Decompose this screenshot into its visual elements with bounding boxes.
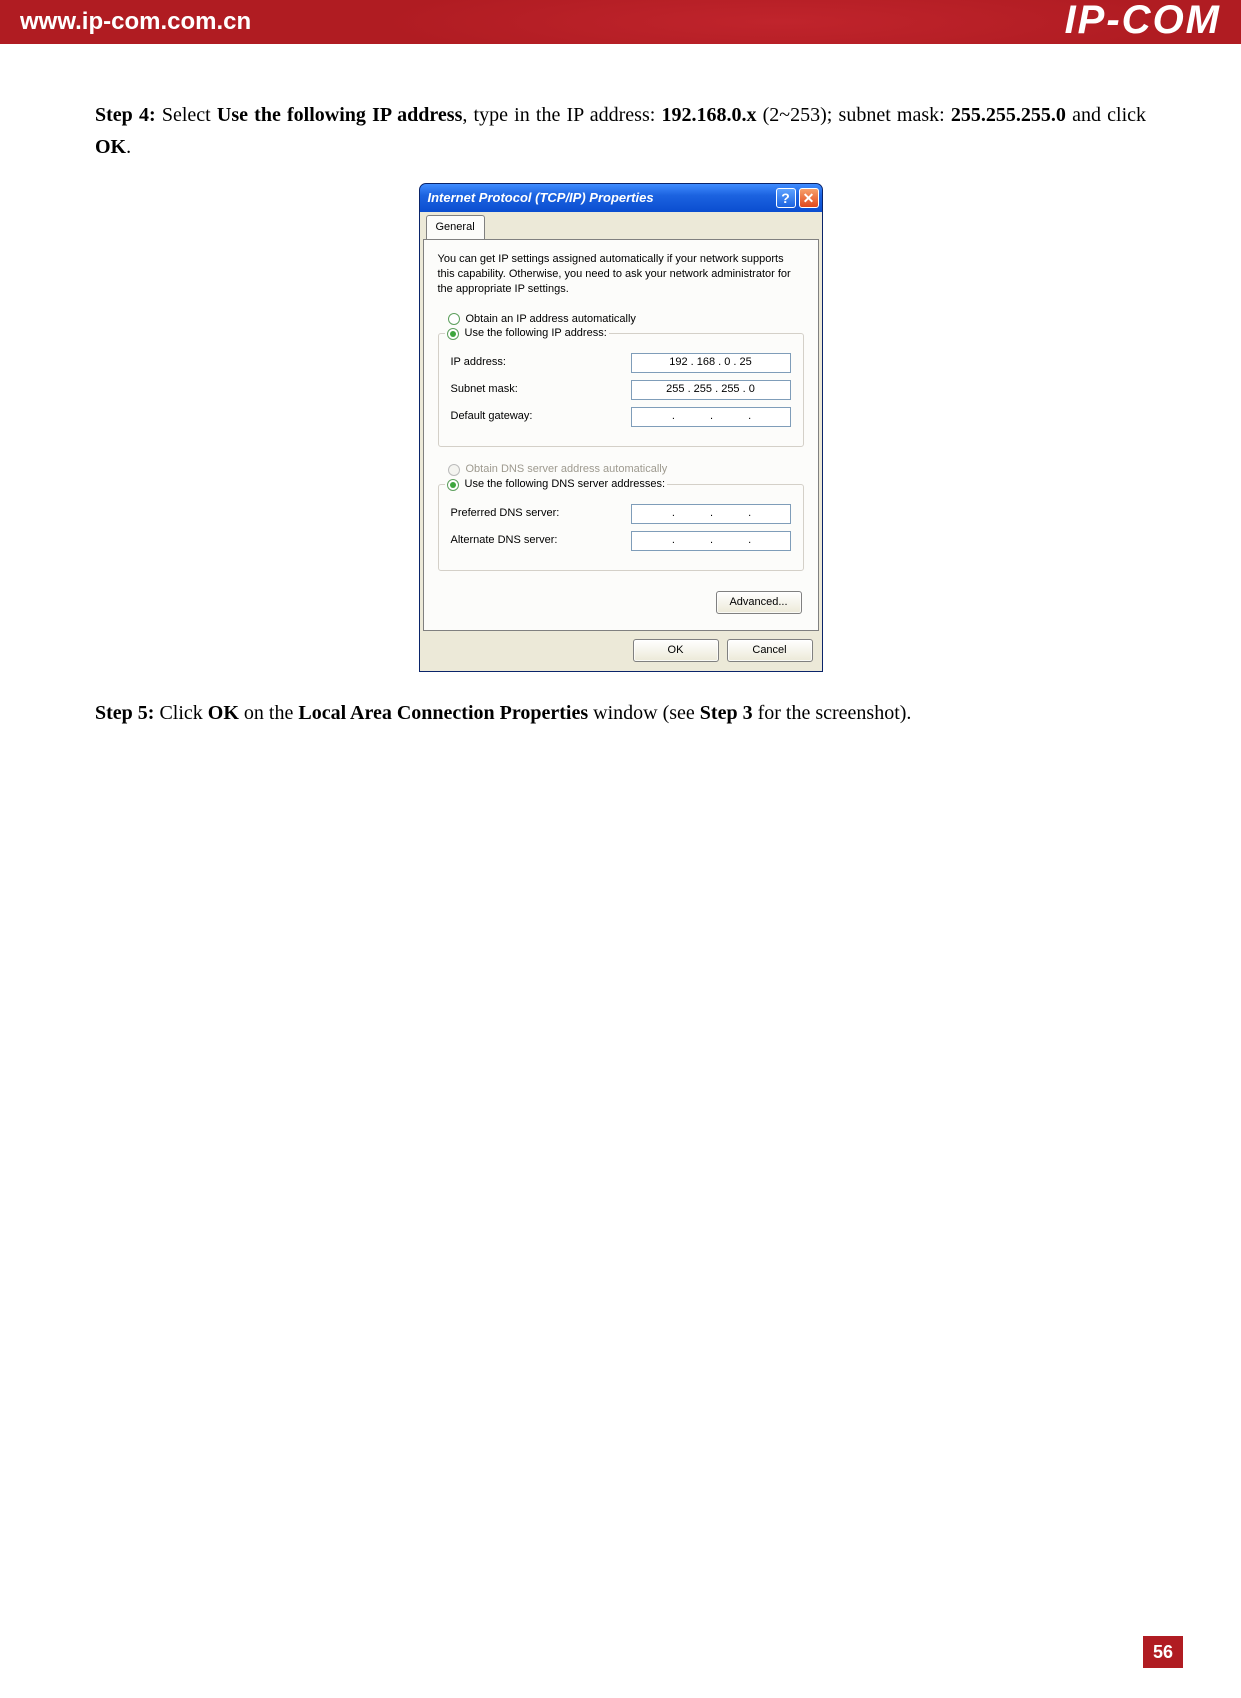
advanced-button[interactable]: Advanced... (716, 591, 802, 614)
ok-button[interactable]: OK (633, 639, 719, 662)
label-subnet-mask: Subnet mask: (451, 381, 631, 399)
brand-logo: IP-COM (1065, 0, 1221, 43)
label-preferred-dns: Preferred DNS server: (451, 505, 631, 523)
step4-text: Step 4: Select Use the following IP addr… (95, 99, 1146, 163)
page-number: 56 (1143, 1636, 1183, 1668)
page-header: www.ip-com.com.cn IP-COM (0, 0, 1241, 44)
close-button[interactable]: ✕ (799, 188, 819, 208)
tab-general[interactable]: General (426, 215, 485, 240)
header-url: www.ip-com.com.cn (20, 8, 251, 36)
dns-group: Use the following DNS server addresses: … (438, 484, 804, 571)
cancel-button[interactable]: Cancel (727, 639, 813, 662)
help-button[interactable]: ? (776, 188, 796, 208)
document-body: Step 4: Select Use the following IP addr… (0, 44, 1241, 809)
label-default-gateway: Default gateway: (451, 408, 631, 426)
tab-page-general: You can get IP settings assigned automat… (423, 239, 819, 631)
radio-dns-manual[interactable] (447, 479, 459, 491)
radio-ip-auto[interactable] (448, 313, 460, 325)
step4-label: Step 4: (95, 104, 156, 126)
intro-text: You can get IP settings assigned automat… (438, 252, 804, 297)
ip-group: Use the following IP address: IP address… (438, 333, 804, 447)
input-preferred-dns[interactable]: . . . (631, 504, 791, 524)
input-ip-address[interactable]: 192 . 168 . 0 . 25 (631, 353, 791, 373)
label-ip-address: IP address: (451, 354, 631, 372)
input-default-gateway[interactable]: . . . (631, 407, 791, 427)
input-subnet-mask[interactable]: 255 . 255 . 255 . 0 (631, 380, 791, 400)
step5-label: Step 5: (95, 702, 154, 724)
step5-text: Step 5: Click OK on the Local Area Conne… (95, 697, 1146, 729)
dialog-title: Internet Protocol (TCP/IP) Properties (428, 188, 654, 209)
radio-ip-manual[interactable] (447, 328, 459, 340)
radio-dns-auto (448, 464, 460, 476)
radio-ip-manual-label: Use the following IP address: (465, 325, 607, 343)
label-alternate-dns: Alternate DNS server: (451, 532, 631, 550)
input-alternate-dns[interactable]: . . . (631, 531, 791, 551)
dialog-footer: OK Cancel (423, 631, 819, 668)
tcpip-properties-dialog: Internet Protocol (TCP/IP) Properties ? … (419, 183, 823, 672)
tab-strip: General (423, 215, 819, 239)
dialog-titlebar[interactable]: Internet Protocol (TCP/IP) Properties ? … (420, 184, 822, 212)
radio-dns-manual-label: Use the following DNS server addresses: (465, 476, 666, 494)
